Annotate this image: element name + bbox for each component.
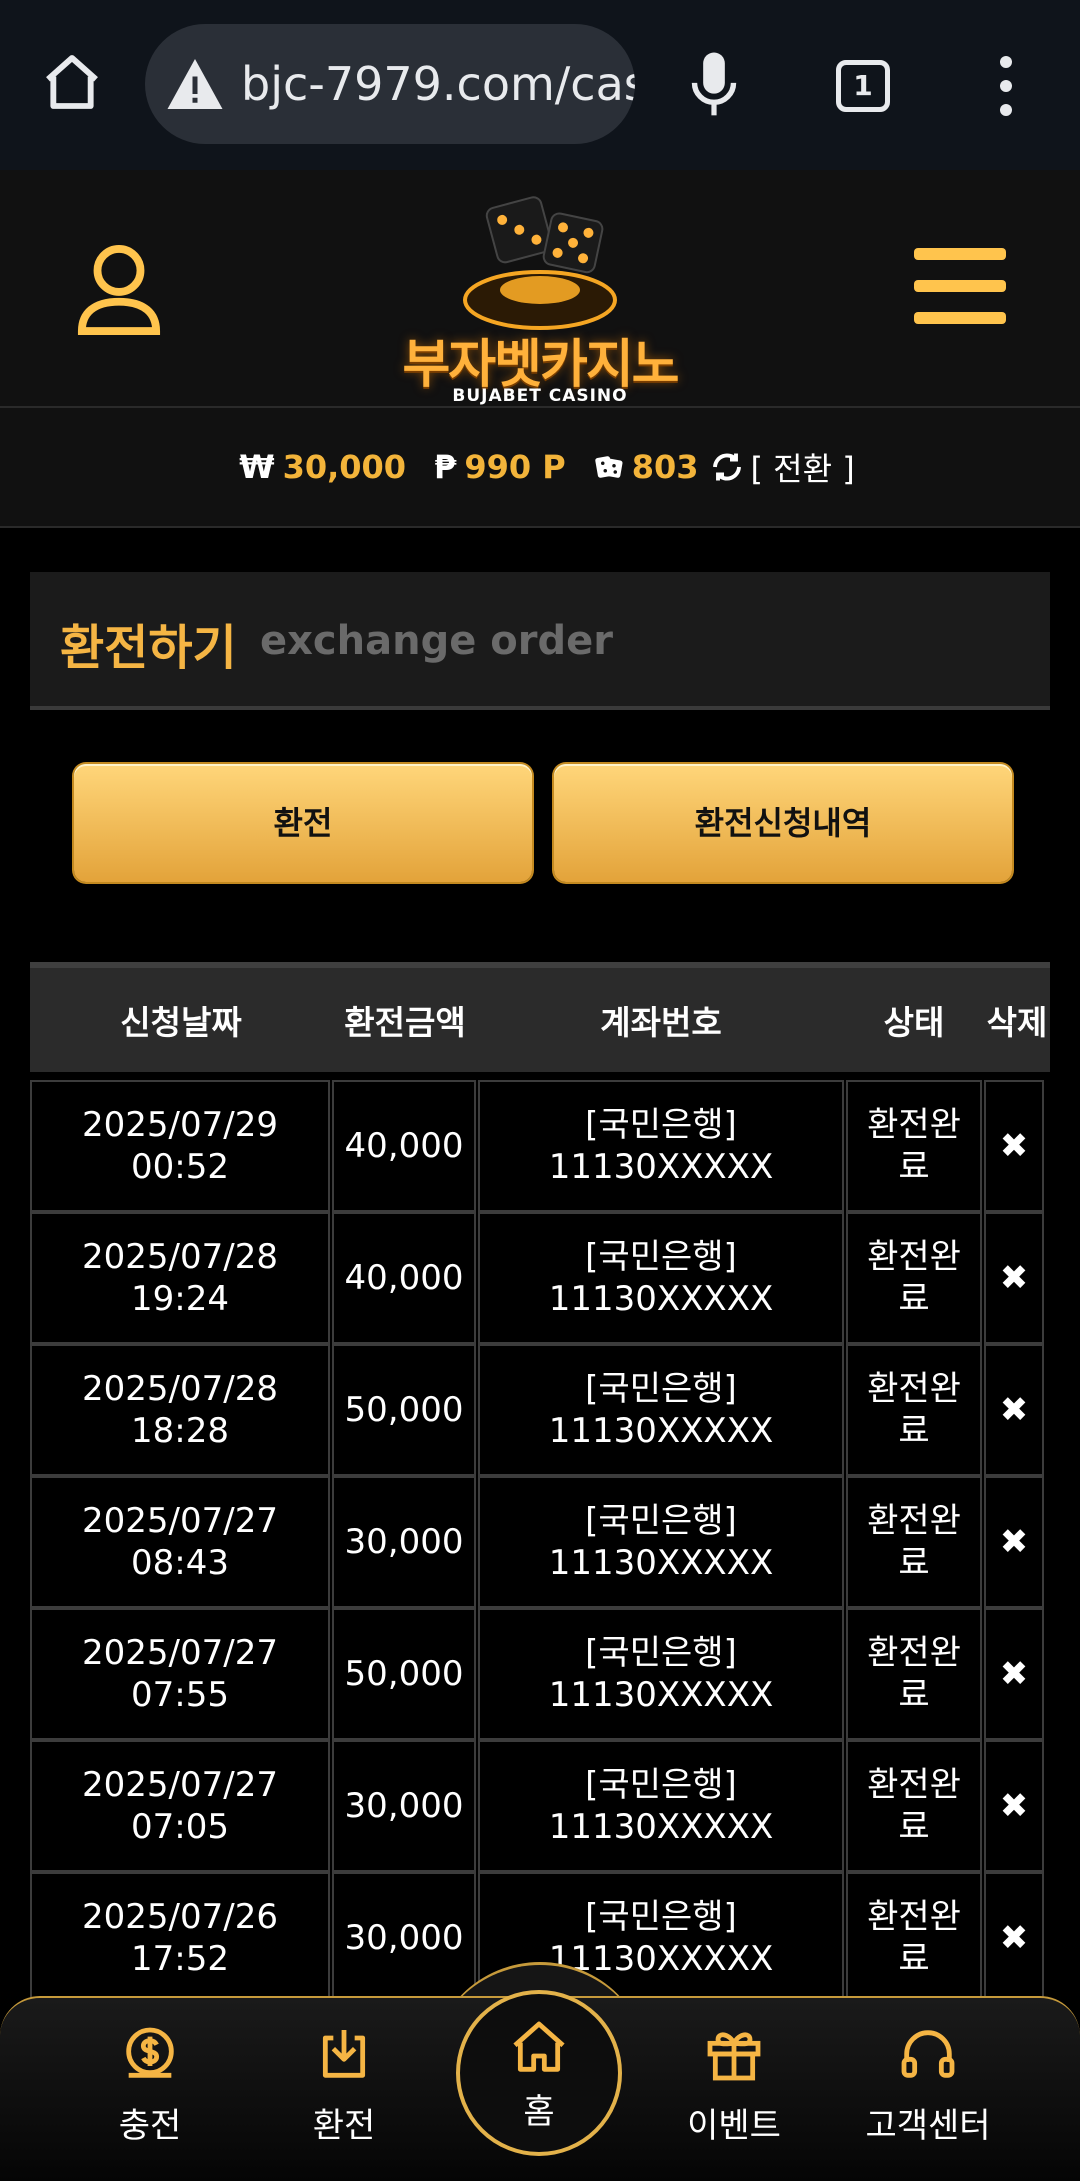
cell-account: [국민은행] 11130XXXXX	[478, 1608, 844, 1740]
logo-text-en: BUJABET CASINO	[452, 386, 628, 406]
cell-status: 환전완 료	[846, 1212, 982, 1344]
cell-account: [국민은행] 11130XXXXX	[478, 1080, 844, 1212]
user-icon[interactable]	[76, 242, 162, 338]
home-icon	[513, 2021, 565, 2072]
exchange-history-button[interactable]: 환전신청내역	[554, 764, 1012, 882]
cell-amount: 30,000	[332, 1740, 476, 1872]
cell-account: [국민은행] 11130XXXXX	[478, 1476, 844, 1608]
cell-date: 2025/07/26 17:52	[30, 1872, 330, 2004]
cell-date: 2025/07/27 07:55	[30, 1608, 330, 1740]
convert-button[interactable]: [ 전환 ]	[709, 444, 855, 490]
table-row: 2025/07/29 00:52 40,000 [국민은행] 11130XXXXX …	[30, 1080, 1050, 1212]
cell-account: [국민은행] 11130XXXXX	[478, 1344, 844, 1476]
cell-amount: 30,000	[332, 1476, 476, 1608]
page-title-ko: 환전하기	[60, 620, 237, 676]
header-date: 신청날짜	[120, 1003, 242, 1042]
nav-withdraw[interactable]: 환전	[264, 2022, 424, 2147]
home-icon[interactable]	[40, 50, 104, 114]
page-title-en: exchange order	[260, 618, 613, 664]
delete-icon[interactable]: ✖	[984, 1212, 1044, 1344]
dice-icon	[594, 456, 623, 478]
delete-icon[interactable]: ✖	[984, 1080, 1044, 1212]
cell-status: 환전완 료	[846, 1608, 982, 1740]
cell-status: 환전완 료	[846, 1344, 982, 1476]
address-bar[interactable]: bjc-7979.com/cas	[145, 24, 635, 144]
headset-icon	[901, 2030, 955, 2078]
exchange-button[interactable]: 환전	[74, 764, 532, 882]
delete-icon[interactable]: ✖	[984, 1608, 1044, 1740]
table-row: 2025/07/28 18:28 50,000 [국민은행] 11130XXXXX …	[30, 1344, 1050, 1476]
table-row: 2025/07/27 07:55 50,000 [국민은행] 11130XXXXX …	[30, 1608, 1050, 1740]
nav-support[interactable]: 고객센터	[848, 2022, 1008, 2147]
page-title: 환전하기 exchange order	[30, 572, 1050, 710]
coin-icon	[126, 2027, 174, 2078]
table-header: 신청날짜 환전금액 계좌번호 상태 삭제	[30, 962, 1050, 1072]
exchange-history-table: 신청날짜 환전금액 계좌번호 상태 삭제 2025/07/29 00:52 40,…	[30, 962, 1050, 2004]
delete-icon[interactable]: ✖	[984, 1872, 1044, 2004]
nav-support-label: 고객센터	[865, 2106, 991, 2146]
cell-account: [국민은행] 11130XXXXX	[478, 1740, 844, 1872]
nav-deposit-label: 충전	[118, 2106, 182, 2146]
header-delete: 삭제	[986, 1003, 1048, 1042]
nav-deposit[interactable]: 충전	[70, 2022, 230, 2147]
site-logo[interactable]: 부자벳카지노 BUJABET CASINO	[385, 190, 695, 406]
cell-amount: 40,000	[332, 1080, 476, 1212]
won-icon: ₩	[239, 448, 275, 486]
header-account: 계좌번호	[600, 1003, 722, 1042]
cell-account: [국민은행] 11130XXXXX	[478, 1212, 844, 1344]
cell-status: 환전완 료	[846, 1872, 982, 2004]
cell-amount: 30,000	[332, 1872, 476, 2004]
cell-status: 환전완 료	[846, 1740, 982, 1872]
url-text[interactable]: bjc-7979.com/cas	[241, 24, 635, 144]
refresh-icon[interactable]	[709, 449, 745, 485]
dice-logo-icon	[463, 196, 617, 330]
header-amount: 환전금액	[344, 1003, 466, 1042]
cell-date: 2025/07/27 07:05	[30, 1740, 330, 1872]
cell-status: 환전완 료	[846, 1080, 982, 1212]
table-body: 2025/07/29 00:52 40,000 [국민은행] 11130XXXXX …	[30, 1080, 1050, 2004]
table-row: 2025/07/27 07:05 30,000 [국민은행] 11130XXXXX …	[30, 1740, 1050, 1872]
cell-amount: 40,000	[332, 1212, 476, 1344]
microphone-icon[interactable]	[688, 50, 740, 120]
header-status: 상태	[883, 1003, 945, 1042]
delete-icon[interactable]: ✖	[984, 1344, 1044, 1476]
money-balance: ₩ 30,000	[239, 448, 406, 486]
nav-home[interactable]: 홈	[456, 1990, 622, 2156]
cell-amount: 50,000	[332, 1608, 476, 1740]
site-header: 부자벳카지노 BUJABET CASINO	[0, 170, 1080, 408]
warning-icon[interactable]	[165, 54, 225, 114]
table-row: 2025/07/28 19:24 40,000 [국민은행] 11130XXXXX …	[30, 1212, 1050, 1344]
delete-icon[interactable]: ✖	[984, 1476, 1044, 1608]
chip-balance: 803	[594, 448, 699, 486]
browser-toolbar: bjc-7979.com/cas 1	[0, 0, 1080, 170]
convert-label[interactable]: [ 전환 ]	[751, 444, 855, 490]
money-value: 30,000	[282, 448, 407, 486]
nav-withdraw-label: 환전	[312, 2106, 376, 2146]
more-menu-icon[interactable]	[996, 56, 1016, 120]
balance-bar: ₩ 30,000 ₱ 990 P 803 [ 전환 ]	[0, 408, 1080, 528]
points-value: 990 P	[464, 448, 566, 486]
tab-switcher-button[interactable]: 1	[836, 60, 890, 112]
cell-date: 2025/07/27 08:43	[30, 1476, 330, 1608]
peso-icon: ₱	[434, 448, 457, 486]
nav-home-label: 홈	[523, 2092, 555, 2132]
cell-date: 2025/07/28 19:24	[30, 1212, 330, 1344]
delete-icon[interactable]: ✖	[984, 1740, 1044, 1872]
cell-amount: 50,000	[332, 1344, 476, 1476]
cell-date: 2025/07/28 18:28	[30, 1344, 330, 1476]
nav-event[interactable]: 이벤트	[654, 2022, 814, 2147]
cell-status: 환전완 료	[846, 1476, 982, 1608]
download-icon	[322, 2030, 366, 2078]
gift-icon	[707, 2032, 761, 2081]
point-balance: ₱ 990 P	[434, 448, 566, 486]
nav-event-label: 이벤트	[687, 2106, 781, 2146]
chip-value: 803	[631, 448, 699, 486]
cell-date: 2025/07/29 00:52	[30, 1080, 330, 1212]
hamburger-menu-icon[interactable]	[914, 248, 1006, 328]
table-row: 2025/07/27 08:43 30,000 [국민은행] 11130XXXXX …	[30, 1476, 1050, 1608]
